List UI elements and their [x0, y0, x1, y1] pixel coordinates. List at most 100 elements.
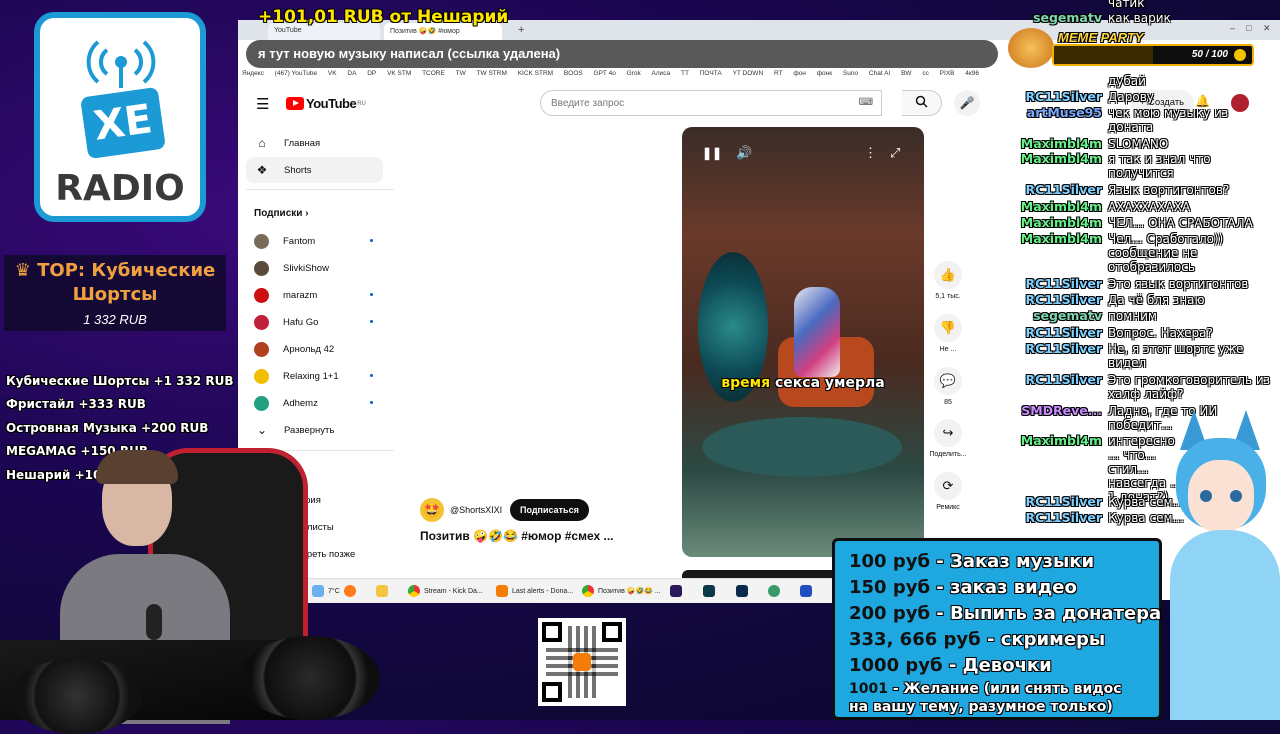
share-label: Поделить...: [929, 451, 967, 458]
sidebar-subscription[interactable]: SlivkiShow: [246, 255, 383, 281]
photoshop-icon[interactable]: [736, 583, 752, 599]
bookmark[interactable]: 4к96: [965, 70, 979, 77]
coin-icon: [1234, 49, 1246, 61]
chat-username: segematv: [1033, 308, 1102, 323]
bookmark[interactable]: TCORE: [422, 70, 445, 77]
sidebar-item-home[interactable]: ⌂ Главная: [246, 130, 383, 156]
share-button[interactable]: ↪ Поделить...: [926, 419, 970, 458]
chat-username: RC11Silver: [1025, 510, 1102, 525]
bookmark[interactable]: Chat AI: [869, 70, 890, 77]
premiere-icon[interactable]: [670, 583, 686, 599]
bookmark[interactable]: RT: [774, 70, 783, 77]
bookmark[interactable]: VK: [328, 70, 337, 77]
chat-message: чатик: [1108, 0, 1145, 10]
bookmark[interactable]: TW STRM: [477, 70, 507, 77]
bookmark[interactable]: ПОЧТА: [700, 70, 722, 77]
chat-username: RC11Silver: [1025, 276, 1102, 291]
channel-name: Relaxing 1+1: [283, 370, 339, 382]
sidebar-item-shorts[interactable]: ❖ Shorts: [246, 157, 383, 183]
bookmark[interactable]: фонк: [817, 70, 832, 77]
globe-icon[interactable]: [768, 583, 784, 599]
video-title[interactable]: Позитив 🤪🤣😂 #юмор #смех ...: [420, 529, 614, 543]
jog-wheel-right: [240, 636, 380, 720]
monitor-icon[interactable]: [800, 583, 816, 599]
youtube-logo[interactable]: YouTube RU: [286, 96, 366, 111]
chat-username: artMuse95: [1026, 105, 1102, 120]
crown-icon: ♛: [14, 260, 38, 281]
bookmark[interactable]: DA: [347, 70, 356, 77]
antenna-icon: [78, 36, 164, 88]
voice-search-icon[interactable]: 🎤: [954, 90, 980, 116]
file-explorer-icon[interactable]: [376, 583, 392, 599]
sidebar-subscription[interactable]: marazm: [246, 282, 383, 308]
bookmark[interactable]: TW: [456, 70, 466, 77]
bookmark[interactable]: Алиса: [652, 70, 671, 77]
shorts-video-player[interactable]: время секса умерла ❚❚ 🔊 ⋮ ⤢: [682, 127, 924, 557]
taskbar-app-video[interactable]: Позитив 🤪🤣😂 ...: [582, 583, 661, 599]
chat-username: RC11Silver: [1025, 292, 1102, 307]
remix-button[interactable]: ⟳ Ремикс: [926, 472, 970, 511]
keyboard-icon[interactable]: ⌨: [859, 97, 873, 108]
meme-party-title: MEME PARTY: [1058, 30, 1144, 45]
subscriptions-title[interactable]: Подписки ›: [254, 208, 309, 219]
bookmark[interactable]: Suno: [843, 70, 858, 77]
menu-icon[interactable]: ☰: [256, 95, 269, 113]
chat-message: SLOMANO: [1108, 137, 1169, 151]
channel-handle[interactable]: @ShortsXIXI: [450, 505, 502, 515]
bookmark[interactable]: Grok: [627, 70, 641, 77]
remix-icon: ⟳: [934, 472, 962, 500]
bookmark[interactable]: YT DOWN: [733, 70, 764, 77]
chat-message: сообщение не отобразилось: [1108, 246, 1198, 274]
price-list-panel: 100 руб - Заказ музыки 150 руб - заказ в…: [832, 538, 1162, 720]
like-button[interactable]: 👍 5,1 тыс.: [926, 261, 970, 300]
chat-username: Maximbl4m: [1020, 199, 1102, 214]
bookmark[interactable]: KICK STRM: [518, 70, 553, 77]
caption-highlight: время: [721, 375, 771, 391]
search-button[interactable]: [902, 90, 942, 116]
taskbar-app-stream[interactable]: Stream - Kick Da...: [408, 583, 483, 599]
bookmark[interactable]: cc: [922, 70, 929, 77]
dislike-button[interactable]: 👎 Не ...: [926, 314, 970, 353]
sidebar-subscription[interactable]: Relaxing 1+1: [246, 363, 383, 389]
fullscreen-icon[interactable]: ⤢: [890, 145, 900, 161]
new-tab-icon[interactable]: +: [518, 24, 524, 36]
bookmark[interactable]: TT: [681, 70, 689, 77]
bookmark[interactable]: PIXB: [940, 70, 955, 77]
thumbs-down-icon: 👎: [934, 314, 962, 342]
audition-icon[interactable]: [703, 583, 719, 599]
sidebar-divider: [246, 189, 394, 190]
region-code: RU: [357, 100, 366, 107]
taskbar-app-alerts[interactable]: Last alerts - Dona...: [496, 583, 573, 599]
sidebar-subscription[interactable]: Fantom: [246, 228, 383, 254]
share-icon: ↪: [934, 419, 962, 447]
bookmark[interactable]: VK STM: [387, 70, 411, 77]
bookmark[interactable]: BW: [901, 70, 911, 77]
donation-alert-title: +101,01 RUB от Нешарий: [258, 7, 508, 27]
subscribe-button[interactable]: Подписаться: [510, 499, 589, 521]
volume-icon[interactable]: 🔊: [736, 145, 752, 161]
bookmark[interactable]: BOOS: [564, 70, 583, 77]
firefox-icon[interactable]: [344, 583, 360, 599]
sidebar-subscription[interactable]: Арнольд 42: [246, 336, 383, 362]
bookmark[interactable]: GPT 4o: [594, 70, 616, 77]
bookmark[interactable]: (467) YouTube: [275, 70, 317, 77]
weather-widget[interactable]: 7°C: [312, 583, 340, 599]
search-input[interactable]: Введите запрос ⌨: [540, 90, 882, 116]
comments-button[interactable]: 💬 85: [926, 367, 970, 406]
chat-username: Maximbl4m: [1020, 136, 1102, 151]
chat-username: RC11Silver: [1025, 325, 1102, 340]
pause-icon[interactable]: ❚❚: [702, 146, 722, 160]
sidebar-subscription[interactable]: Adhemz: [246, 390, 383, 416]
top-donor-label: ♛ TOP: Кубические Шортсы: [14, 260, 216, 305]
bookmark[interactable]: фон: [793, 70, 806, 77]
expand-button[interactable]: ⌄ Развернуть: [246, 417, 383, 443]
more-options-icon[interactable]: ⋮: [864, 145, 877, 161]
sidebar-subscription[interactable]: Hafu Go: [246, 309, 383, 335]
xe-radio-logo: XE RADIO: [34, 12, 206, 222]
bookmark[interactable]: DP: [367, 70, 376, 77]
channel-avatar-icon[interactable]: 🤩: [420, 498, 444, 522]
bookmark[interactable]: Яндекс: [242, 70, 264, 77]
chat-message: я так и знал что получится: [1108, 152, 1211, 180]
shorts-icon: ❖: [256, 163, 268, 177]
price-item: 200 руб - Выпить за донатера: [849, 603, 1162, 624]
